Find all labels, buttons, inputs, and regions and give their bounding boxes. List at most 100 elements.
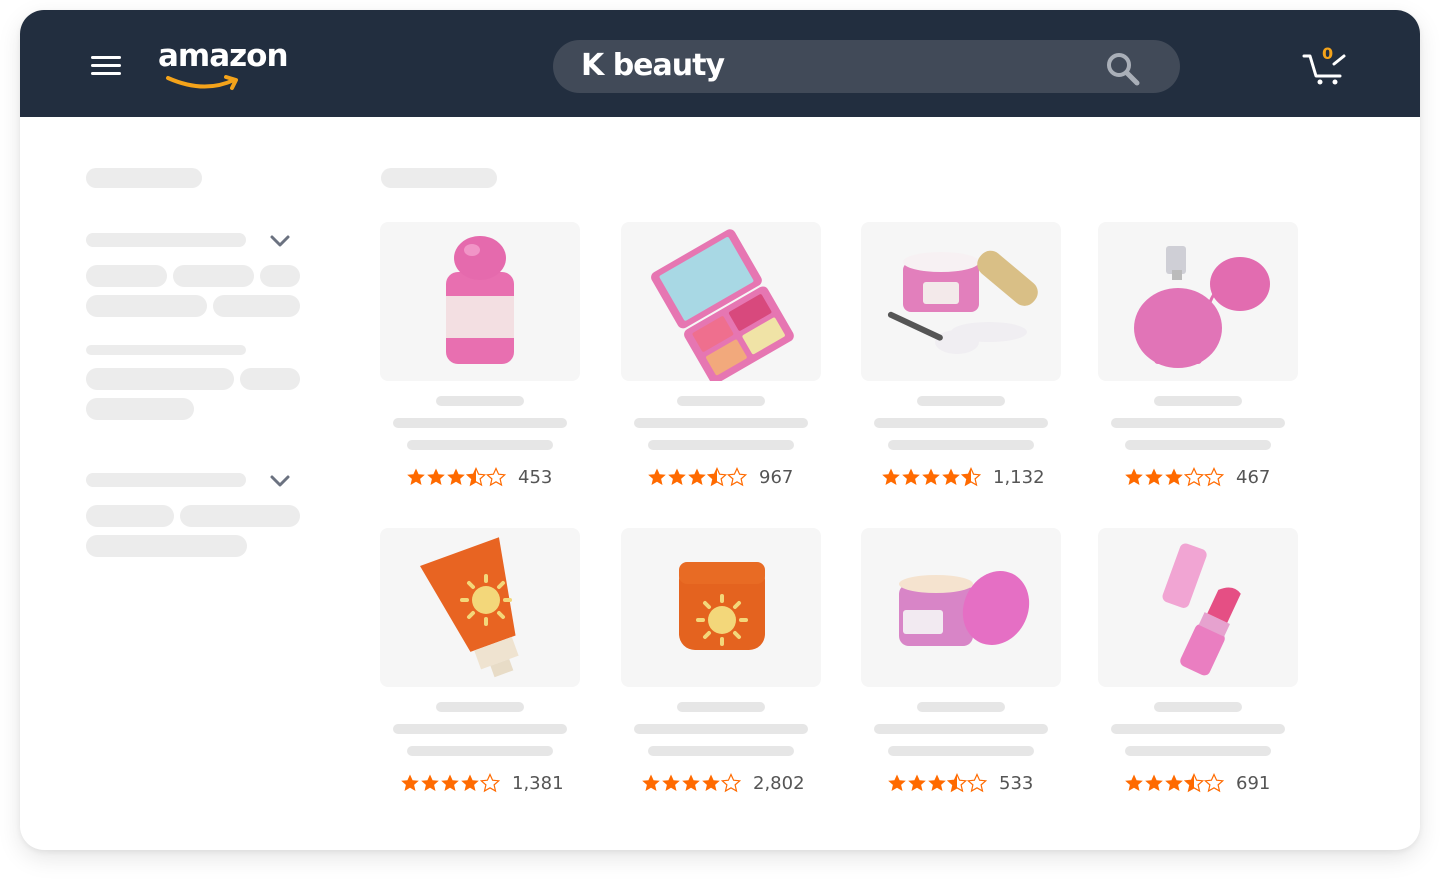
search-bar[interactable]: K beauty <box>553 40 1180 93</box>
star-empty-icon <box>1204 773 1224 793</box>
filter-chip-placeholder[interactable] <box>173 265 254 287</box>
star-full-icon <box>662 774 680 791</box>
product-rating[interactable]: 1,381 <box>400 771 564 795</box>
product-title-placeholder <box>634 724 808 734</box>
product-image[interactable] <box>380 528 580 687</box>
product-image[interactable] <box>861 222 1061 381</box>
star-empty-icon <box>727 467 747 487</box>
product-rating[interactable]: 1,132 <box>881 465 1045 489</box>
rating-stars <box>641 773 741 793</box>
hamburger-menu-icon[interactable] <box>88 50 124 82</box>
product-price-placeholder <box>1125 440 1271 450</box>
star-half-icon <box>707 467 727 487</box>
star-full-icon <box>882 468 900 485</box>
product-rating[interactable]: 691 <box>1124 771 1270 795</box>
top-navigation-bar: amazon K beauty 0 <box>20 10 1420 117</box>
product-title-placeholder <box>1111 418 1285 428</box>
product-price-placeholder <box>407 440 553 450</box>
filter-chip-placeholder[interactable] <box>260 265 300 287</box>
star-full-icon <box>1145 774 1163 791</box>
logo-smile-arrow <box>166 75 238 90</box>
cart-count-badge: 0 <box>1322 44 1334 63</box>
review-count: 691 <box>1236 772 1271 794</box>
rating-stars <box>1124 773 1224 793</box>
star-full-icon <box>1165 774 1183 791</box>
review-count: 1,132 <box>993 466 1045 488</box>
filter-chip-placeholder[interactable] <box>86 295 207 317</box>
product-brand-placeholder <box>677 702 765 712</box>
product-image[interactable] <box>1098 528 1298 687</box>
star-full-icon <box>688 468 706 485</box>
filter-chip-placeholder[interactable] <box>86 505 174 527</box>
star-full-icon <box>642 774 660 791</box>
pink-lotion-bottle-image <box>446 236 514 364</box>
product-title-placeholder <box>393 724 567 734</box>
sunscreen-tube-image <box>420 537 519 678</box>
product-image[interactable] <box>861 528 1061 687</box>
star-full-icon <box>441 774 459 791</box>
star-empty-icon <box>721 773 741 793</box>
review-count: 453 <box>518 466 553 488</box>
product-rating[interactable]: 533 <box>887 771 1033 795</box>
filter-chip-placeholder[interactable] <box>86 535 247 557</box>
product-price-placeholder <box>1125 746 1271 756</box>
star-full-icon <box>888 774 906 791</box>
product-rating[interactable]: 967 <box>647 465 793 489</box>
filter-chip-placeholder[interactable] <box>86 368 234 390</box>
star-full-icon <box>1125 774 1143 791</box>
search-input[interactable]: K beauty <box>581 48 725 83</box>
star-full-icon <box>928 774 946 791</box>
star-half-icon <box>1184 773 1204 793</box>
star-full-icon <box>902 468 920 485</box>
filter-chip-placeholder[interactable] <box>86 265 167 287</box>
product-price-placeholder <box>888 440 1034 450</box>
product-title-placeholder <box>1111 724 1285 734</box>
rating-stars <box>400 773 500 793</box>
filter-group-title-placeholder <box>86 233 246 247</box>
rating-stars <box>887 773 987 793</box>
star-empty-icon <box>480 773 500 793</box>
product-title-placeholder <box>634 418 808 428</box>
product-price-placeholder <box>648 746 794 756</box>
product-image[interactable] <box>621 222 821 381</box>
product-rating[interactable]: 467 <box>1124 465 1270 489</box>
star-full-icon <box>421 774 439 791</box>
product-title-placeholder <box>393 418 567 428</box>
review-count: 967 <box>759 466 794 488</box>
filter-chip-placeholder[interactable] <box>240 368 300 390</box>
star-full-icon <box>648 468 666 485</box>
pink-cream-jar-image <box>899 571 1030 646</box>
star-full-icon <box>1125 468 1143 485</box>
product-image[interactable] <box>621 528 821 687</box>
browser-window: amazon K beauty 0 453 967 1,132 467 1,38… <box>20 10 1420 850</box>
chevron-down-icon[interactable] <box>269 234 291 248</box>
eyeshadow-palette-image <box>651 229 794 381</box>
rating-stars <box>647 467 747 487</box>
product-brand-placeholder <box>917 396 1005 406</box>
lipstick-image <box>1162 543 1241 676</box>
product-price-placeholder <box>407 746 553 756</box>
review-count: 2,802 <box>753 772 805 794</box>
filter-group-title-placeholder <box>86 473 246 487</box>
star-full-icon <box>1145 468 1163 485</box>
rating-stars <box>1124 467 1224 487</box>
filter-chip-placeholder[interactable] <box>180 505 300 527</box>
cart-button[interactable]: 0 <box>1302 44 1350 86</box>
star-half-icon <box>947 773 967 793</box>
product-rating[interactable]: 453 <box>406 465 552 489</box>
star-full-icon <box>447 468 465 485</box>
amazon-logo[interactable]: amazon <box>158 38 289 94</box>
cream-jar-with-eye-patches-image <box>887 250 1038 354</box>
star-empty-icon <box>1204 467 1224 487</box>
chevron-down-icon[interactable] <box>269 474 291 488</box>
product-title-placeholder <box>874 418 1048 428</box>
product-rating[interactable]: 2,802 <box>641 771 805 795</box>
filter-chip-placeholder[interactable] <box>86 398 194 420</box>
product-image[interactable] <box>1098 222 1298 381</box>
filter-subtitle-placeholder <box>86 345 246 355</box>
product-brand-placeholder <box>917 702 1005 712</box>
filter-chip-placeholder[interactable] <box>213 295 300 317</box>
product-image[interactable] <box>380 222 580 381</box>
star-full-icon <box>908 774 926 791</box>
search-icon[interactable] <box>1106 52 1140 86</box>
